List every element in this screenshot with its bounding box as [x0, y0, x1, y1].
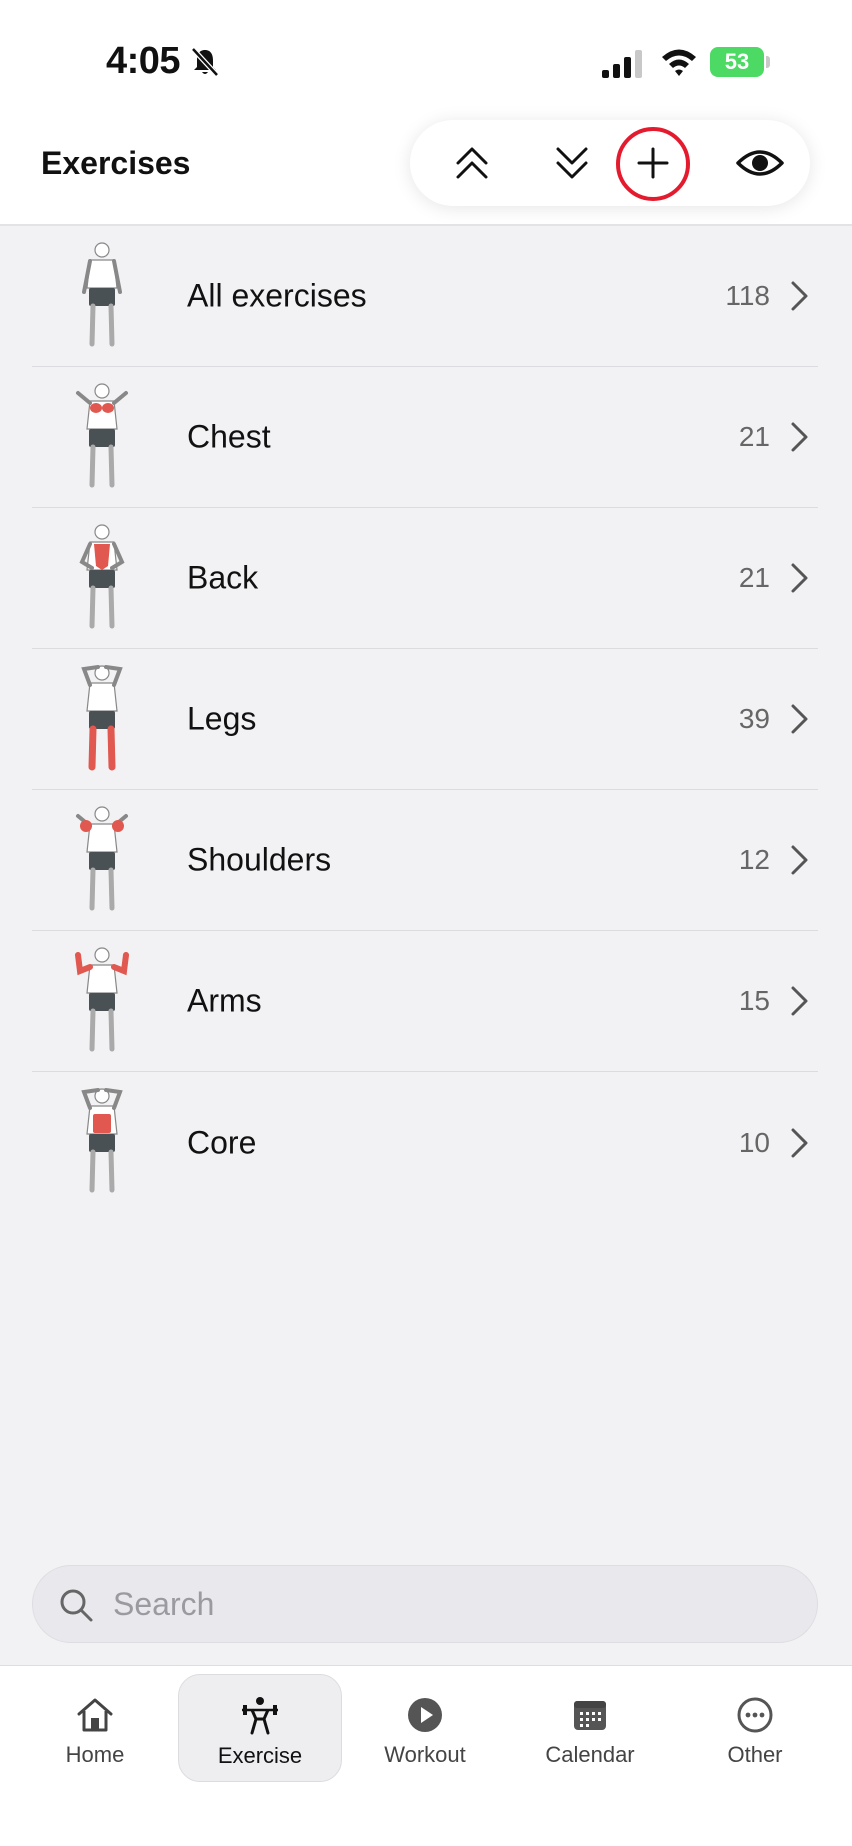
- category-count: 118: [725, 280, 770, 311]
- tab-exercise[interactable]: Exercise: [178, 1674, 342, 1782]
- eye-icon: [736, 150, 784, 176]
- chevron-right-icon: [791, 281, 808, 311]
- tab-label: Calendar: [545, 1742, 635, 1767]
- category-label: Chest: [187, 418, 271, 455]
- visibility-button[interactable]: [720, 120, 800, 206]
- page-title: Exercises: [41, 145, 191, 181]
- legs-figure-icon: [81, 665, 123, 771]
- search-input[interactable]: [113, 1566, 793, 1642]
- search-bar[interactable]: [32, 1565, 818, 1643]
- category-list: All exercises 118 Chest 21 Back 21 Legs …: [32, 226, 818, 1213]
- chevron-right-icon: [791, 845, 808, 875]
- tab-label: Other: [727, 1742, 783, 1767]
- chevron-right-icon: [791, 704, 808, 734]
- tab-other[interactable]: Other: [673, 1674, 837, 1782]
- signal-icon: [602, 50, 642, 78]
- category-row-arms[interactable]: Arms 15: [32, 931, 818, 1072]
- battery-indicator: 53: [710, 47, 770, 77]
- category-row-legs[interactable]: Legs 39: [32, 649, 818, 790]
- home-icon: [77, 1698, 113, 1732]
- tab-label: Exercise: [217, 1743, 303, 1768]
- add-exercise-button[interactable]: [610, 120, 690, 206]
- back-figure-icon: [79, 524, 125, 629]
- bell-off-icon: [191, 47, 219, 77]
- chevron-right-icon: [791, 986, 808, 1016]
- collapse-all-button[interactable]: [432, 120, 512, 206]
- tab-bar: Home Exercise Workout Calendar Other: [0, 1665, 852, 1846]
- category-row-all[interactable]: All exercises 118: [32, 226, 818, 367]
- chevron-right-icon: [791, 422, 808, 452]
- expand-all-button[interactable]: [532, 120, 612, 206]
- toolbar: [410, 120, 810, 206]
- category-label: Arms: [187, 982, 262, 1019]
- category-row-shoulders[interactable]: Shoulders 12: [32, 790, 818, 931]
- wifi-icon: [662, 49, 696, 76]
- tab-label: Home: [65, 1742, 125, 1767]
- shoulders-figure-icon: [76, 806, 128, 911]
- category-label: Shoulders: [187, 841, 332, 878]
- search-icon: [60, 1589, 93, 1622]
- battery-level: 53: [710, 47, 764, 77]
- tab-calendar[interactable]: Calendar: [508, 1674, 672, 1782]
- body-figure-icon: [82, 242, 122, 347]
- category-row-back[interactable]: Back 21: [32, 508, 818, 649]
- chevron-right-icon: [791, 563, 808, 593]
- calendar-icon: [574, 1701, 606, 1730]
- category-count: 15: [738, 985, 770, 1016]
- category-count: 21: [738, 421, 770, 452]
- category-row-chest[interactable]: Chest 21: [32, 367, 818, 508]
- category-count: 10: [738, 1126, 770, 1158]
- header-area: 4:05 53 Exercises: [0, 0, 852, 226]
- category-count: 39: [738, 703, 770, 734]
- tab-label: Workout: [384, 1742, 466, 1767]
- tab-workout[interactable]: Workout: [343, 1674, 507, 1782]
- more-circle-icon: [737, 1697, 773, 1733]
- category-label: Legs: [187, 700, 257, 737]
- category-label: All exercises: [187, 277, 367, 314]
- category-count: 12: [738, 844, 770, 875]
- chevrons-up-icon: [456, 147, 488, 179]
- plus-icon: [637, 147, 669, 179]
- weightlifter-icon: [242, 1697, 278, 1735]
- tab-home[interactable]: Home: [13, 1674, 177, 1782]
- play-circle-icon: [408, 1698, 442, 1732]
- category-label: Core: [187, 1124, 257, 1160]
- category-count: 21: [738, 562, 770, 593]
- category-row-core[interactable]: Core 10: [32, 1072, 818, 1213]
- core-figure-icon: [81, 1088, 123, 1193]
- chevron-right-icon: [791, 1128, 808, 1157]
- arms-figure-icon: [75, 947, 129, 1052]
- category-label: Back: [187, 559, 259, 596]
- status-time: 4:05: [106, 40, 181, 82]
- chest-figure-icon: [76, 383, 128, 488]
- chevrons-down-icon: [556, 147, 588, 179]
